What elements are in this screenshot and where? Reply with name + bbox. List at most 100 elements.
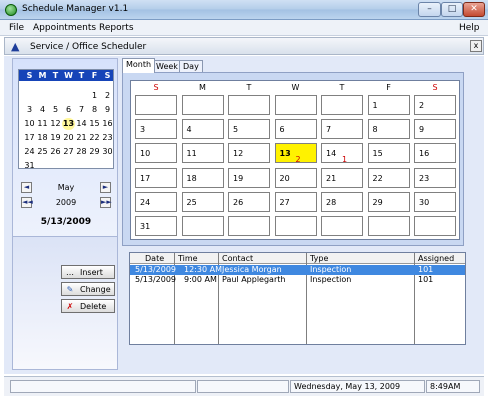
calendar-day-cell[interactable]: 14 1 xyxy=(321,143,363,164)
mini-calendar-day[interactable]: 7 xyxy=(75,104,88,116)
calendar-day-cell[interactable]: 30 xyxy=(414,191,456,212)
calendar-day-cell[interactable] xyxy=(135,95,177,115)
calendar-day-cell[interactable]: 20 xyxy=(274,167,317,188)
minimize-button[interactable]: – xyxy=(418,2,441,17)
calendar-day-cell[interactable]: 12 xyxy=(228,143,270,164)
calendar-day-cell[interactable]: 18 xyxy=(181,167,224,188)
column-header[interactable]: Contact xyxy=(222,254,253,263)
appointment-list[interactable]: Date Time Contact Type Assigned 5/13/2009 12:… xyxy=(129,252,466,345)
mini-calendar-day[interactable]: 29 xyxy=(88,146,101,158)
mini-calendar-day[interactable]: 10 xyxy=(23,118,36,130)
calendar-day-cell[interactable]: 19 xyxy=(228,167,270,188)
mini-calendar-day[interactable]: 12 xyxy=(49,118,62,130)
calendar-day-cell[interactable]: 10 xyxy=(135,143,177,164)
change-button[interactable]: ✎ Change xyxy=(61,282,115,296)
table-cell: 101 xyxy=(418,265,434,274)
mini-calendar-day[interactable]: 8 xyxy=(88,104,101,116)
maximize-button[interactable]: □ xyxy=(441,2,463,17)
mini-calendar-day[interactable]: 17 xyxy=(23,132,36,144)
calendar-day-cell[interactable]: 13 2 xyxy=(274,143,317,164)
mini-calendar-day[interactable]: 6 xyxy=(62,104,75,116)
calendar-day-number: 26 xyxy=(233,197,244,207)
next-month-icon[interactable]: ► xyxy=(100,182,111,193)
calendar-day-cell[interactable]: 11 xyxy=(181,143,224,164)
calendar-day-cell[interactable] xyxy=(321,216,363,236)
menu-appointments[interactable]: Appointments xyxy=(33,23,96,33)
calendar-day-cell[interactable] xyxy=(181,95,224,115)
calendar-day-cell[interactable] xyxy=(414,216,456,236)
calendar-day-cell[interactable]: 26 xyxy=(228,191,270,212)
calendar-day-cell[interactable]: 8 xyxy=(367,119,410,140)
mini-calendar-day[interactable]: 13 xyxy=(62,118,75,130)
mini-calendar-day[interactable]: 31 xyxy=(23,160,36,172)
mini-calendar-day[interactable]: 4 xyxy=(36,104,49,116)
calendar-day-cell[interactable] xyxy=(321,95,363,115)
delete-button[interactable]: ✗ Delete xyxy=(61,299,115,313)
menu-reports[interactable]: Reports xyxy=(99,23,134,33)
calendar-day-cell[interactable] xyxy=(181,216,224,236)
calendar-day-cell[interactable] xyxy=(367,216,410,236)
mini-calendar-day[interactable]: 21 xyxy=(75,132,88,144)
mini-calendar-day[interactable]: 3 xyxy=(23,104,36,116)
calendar-day-cell[interactable] xyxy=(228,95,270,115)
column-header[interactable]: Date xyxy=(145,254,164,263)
column-header[interactable]: Time xyxy=(178,254,198,263)
calendar-day-cell[interactable]: 31 xyxy=(135,216,177,236)
mini-calendar-day[interactable]: 28 xyxy=(75,146,88,158)
mini-calendar-day[interactable]: 18 xyxy=(36,132,49,144)
calendar-day-number: 31 xyxy=(140,222,151,231)
mini-calendar-day[interactable]: 11 xyxy=(36,118,49,130)
mini-calendar-day[interactable]: 15 xyxy=(88,118,101,130)
month-calendar: S M T W T F S 1 2 3 4 5 6 7 8 9 10 11 12 13 2 14 1 15 16 17 18 19 20… xyxy=(130,80,460,240)
mini-calendar-day[interactable]: 5 xyxy=(49,104,62,116)
calendar-day-cell[interactable]: 22 xyxy=(367,167,410,188)
calendar-day-cell[interactable]: 28 xyxy=(321,191,363,212)
calendar-day-cell[interactable] xyxy=(274,95,317,115)
calendar-day-cell[interactable]: 6 xyxy=(274,119,317,140)
table-row[interactable]: 5/13/2009 9:00 AM Paul Applegarth Inspectio… xyxy=(130,275,465,285)
table-row[interactable]: 5/13/2009 12:30 AM Jessica Morgan Inspectio… xyxy=(130,265,465,275)
calendar-day-cell[interactable]: 9 xyxy=(414,119,456,140)
menu-help[interactable]: Help xyxy=(459,23,480,33)
calendar-day-cell[interactable]: 15 xyxy=(367,143,410,164)
mini-calendar-day[interactable]: 9 xyxy=(101,104,114,116)
mini-calendar-day[interactable]: 20 xyxy=(62,132,75,144)
mini-calendar-day[interactable]: 25 xyxy=(36,146,49,158)
calendar-day-cell[interactable]: 25 xyxy=(181,191,224,212)
calendar-day-cell[interactable]: 17 xyxy=(135,167,177,188)
mini-calendar-day[interactable]: 16 xyxy=(101,118,114,130)
mini-calendar-day[interactable]: 14 xyxy=(75,118,88,130)
insert-button[interactable]: … Insert xyxy=(61,265,115,279)
column-header[interactable]: Type xyxy=(310,254,328,263)
calendar-day-cell[interactable]: 21 xyxy=(321,167,363,188)
calendar-day-cell[interactable]: 3 xyxy=(135,119,177,140)
mini-calendar-day[interactable]: 27 xyxy=(62,146,75,158)
window-title: Schedule Manager v1.1 xyxy=(22,4,129,14)
calendar-day-cell[interactable]: 27 xyxy=(274,191,317,212)
calendar-day-cell[interactable] xyxy=(274,216,317,236)
mini-calendar-day[interactable]: 24 xyxy=(23,146,36,158)
mini-calendar-day[interactable]: 23 xyxy=(101,132,114,144)
calendar-day-cell[interactable]: 16 xyxy=(414,143,456,164)
mini-calendar-day[interactable]: 1 xyxy=(88,90,101,102)
calendar-day-cell[interactable]: 24 xyxy=(135,191,177,212)
close-button[interactable]: ✕ xyxy=(463,2,485,17)
column-header[interactable]: Assigned xyxy=(418,254,454,263)
calendar-day-cell[interactable]: 2 xyxy=(414,95,456,115)
mini-calendar-day[interactable]: 19 xyxy=(49,132,62,144)
calendar-day-cell[interactable]: 1 xyxy=(367,95,410,115)
tab-month[interactable]: Month xyxy=(122,58,156,73)
calendar-day-cell[interactable]: 29 xyxy=(367,191,410,212)
mini-calendar-day[interactable]: 2 xyxy=(101,90,114,102)
mini-calendar-day[interactable]: 30 xyxy=(101,146,114,158)
next-year-icon[interactable]: ►► xyxy=(100,197,112,208)
calendar-day-cell[interactable]: 23 xyxy=(414,167,456,188)
menu-file[interactable]: File xyxy=(9,23,24,33)
mini-calendar-day[interactable]: 22 xyxy=(88,132,101,144)
scheduler-close-button[interactable]: x xyxy=(470,40,482,52)
calendar-day-cell[interactable]: 7 xyxy=(321,119,363,140)
mini-calendar-day[interactable]: 26 xyxy=(49,146,62,158)
calendar-day-cell[interactable]: 4 xyxy=(181,119,224,140)
calendar-day-cell[interactable] xyxy=(228,216,270,236)
calendar-day-cell[interactable]: 5 xyxy=(228,119,270,140)
